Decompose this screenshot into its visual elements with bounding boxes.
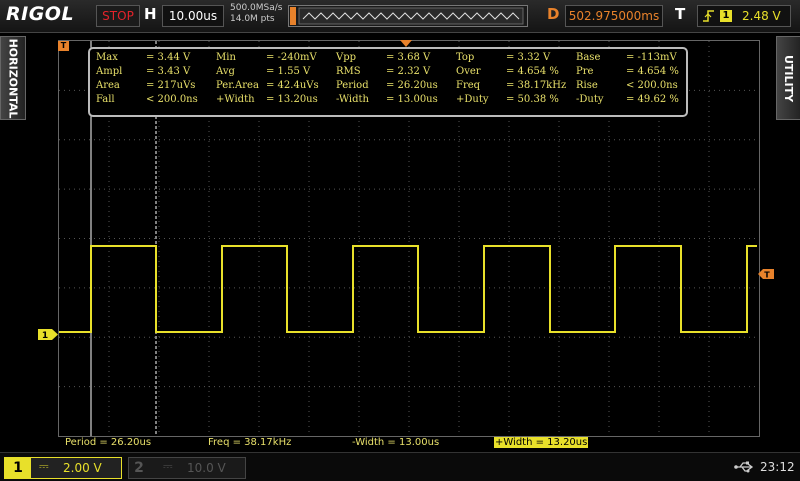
measurement-value: = 50.38 % xyxy=(506,94,559,105)
bottom-period: Period = 26.20us xyxy=(65,437,152,448)
measurement-value: = 42.4uVs xyxy=(266,80,319,91)
measurement-value: < 200.0ns xyxy=(146,94,198,105)
bottom-measurement-strip: Period = 26.20us Freq = 38.17kHz -Width … xyxy=(58,436,758,451)
measurement-value: = 3.44 V xyxy=(146,52,191,63)
measurement-value: = -240mV xyxy=(266,52,317,63)
ch1-waveform-trace xyxy=(59,245,757,333)
measurement-name: Fall xyxy=(96,94,115,105)
top-status-bar: RIGOL STOP H 10.00us 500.0MSa/s 14.0M pt… xyxy=(0,0,800,33)
measurement-value: = 3.32 V xyxy=(506,52,551,63)
logo-part: RI xyxy=(6,3,29,25)
memory-waveform-preview xyxy=(290,7,524,25)
ch2-settings[interactable]: 2 ⎓ 10.0 V xyxy=(128,457,246,479)
trigger-pos-marker xyxy=(290,7,296,25)
trigger-source: 1 xyxy=(720,10,732,22)
measurement-name: +Duty xyxy=(456,94,489,105)
ch2-scale: 10.0 V xyxy=(187,461,226,475)
trigger-level-marker-label: T xyxy=(764,271,770,280)
measurement-name: +Width xyxy=(216,94,255,105)
logo-part: GOL xyxy=(28,3,75,25)
measurement-value: = 26.20us xyxy=(386,80,438,91)
measurement-panel[interactable]: Max = 3.44 V Min = -240mV Vpp = 3.68 V Top = 3.… xyxy=(88,47,688,117)
measurement-value: = 1.55 V xyxy=(266,66,311,77)
horizontal-tab-label: HORIZONTAL xyxy=(6,38,20,118)
measurement-value: = -113mV xyxy=(626,52,677,63)
bottom-freq: Freq = 38.17kHz xyxy=(208,437,292,448)
measurement-name: Min xyxy=(216,52,236,63)
trigger-label: T xyxy=(675,5,686,23)
memory-depth: 14.0M pts xyxy=(230,14,275,24)
measurement-value: = 217uVs xyxy=(146,80,196,91)
delay-label: D xyxy=(547,5,560,23)
measurement-value: = 3.68 V xyxy=(386,52,431,63)
trigger-settings[interactable]: 1 2.48 V xyxy=(697,5,791,27)
measurement-name: Per.Area xyxy=(216,80,259,91)
measurement-name: Top xyxy=(456,52,475,63)
dc-coupling-icon: ⎓ xyxy=(39,459,49,473)
bottom-neg-width: -Width = 13.00us xyxy=(352,437,440,448)
measurement-value: = 13.00us xyxy=(386,94,438,105)
measurement-name: Max xyxy=(96,52,118,63)
measurement-value: = 3.43 V xyxy=(146,66,191,77)
measurement-name: Base xyxy=(576,52,601,63)
measurement-value: = 4.654 % xyxy=(506,66,559,77)
measurement-value: = 49.62 % xyxy=(626,94,679,105)
measurement-name: Avg xyxy=(216,66,235,77)
measurement-name: Pre xyxy=(576,66,594,77)
memory-overview-bar[interactable] xyxy=(288,5,528,27)
measurement-name: RMS xyxy=(336,66,361,77)
utility-tab-label: UTILITY xyxy=(782,54,796,102)
ch1-settings[interactable]: 1 ⎓ 2.00 V xyxy=(4,457,122,479)
horizontal-label: H xyxy=(144,5,157,23)
measurement-name: Period xyxy=(336,80,369,91)
trigger-level-marker[interactable]: T xyxy=(758,264,774,283)
measurement-name: Rise xyxy=(576,80,598,91)
ch1-ground-marker[interactable]: 1 xyxy=(38,325,58,344)
usb-icon xyxy=(734,461,756,477)
measurement-name: Over xyxy=(456,66,481,77)
measurement-value: = 38.17kHz xyxy=(506,80,567,91)
delay-value[interactable]: 502.975000ms xyxy=(565,5,663,27)
bottom-pos-width: +Width = 13.20us xyxy=(494,437,589,448)
ch1-number: 1 xyxy=(5,458,31,478)
measurement-name: -Width xyxy=(336,94,369,105)
sample-rate: 500.0MSa/s xyxy=(230,3,283,13)
measurement-name: Freq xyxy=(456,80,481,91)
ch1-scale: 2.00 V xyxy=(63,461,102,475)
run-stop-status[interactable]: STOP xyxy=(96,5,140,27)
horizontal-menu-tab[interactable]: HORIZONTAL xyxy=(0,36,26,120)
timebase-value[interactable]: 10.00us xyxy=(162,5,224,27)
sample-info: 500.0MSa/s 14.0M pts xyxy=(230,3,282,25)
measurement-value: < 200.0ns xyxy=(626,80,678,91)
measurement-name: Area xyxy=(96,80,120,91)
rising-edge-icon xyxy=(702,8,716,28)
memory-window xyxy=(298,7,524,25)
system-clock: 23:12 xyxy=(760,460,795,474)
ch2-number: 2 xyxy=(134,460,144,476)
utility-menu-tab[interactable]: UTILITY xyxy=(776,36,800,120)
trigger-marker-left[interactable]: T xyxy=(58,41,69,51)
rigol-logo: RIGOL xyxy=(6,3,74,25)
trigger-level: 2.48 V xyxy=(742,9,781,23)
measurement-name: -Duty xyxy=(576,94,604,105)
dc-coupling-icon: ⎓ xyxy=(163,459,173,473)
channel-status-bar: 1 ⎓ 2.00 V 2 ⎓ 10.0 V 23:12 xyxy=(0,452,800,481)
measurement-name: Ampl xyxy=(96,66,123,77)
ch1-ground-marker-label: 1 xyxy=(42,331,48,340)
measurement-value: = 2.32 V xyxy=(386,66,431,77)
measurement-name: Vpp xyxy=(336,52,357,63)
measurement-value: = 4.654 % xyxy=(626,66,679,77)
measurement-value: = 13.20us xyxy=(266,94,318,105)
